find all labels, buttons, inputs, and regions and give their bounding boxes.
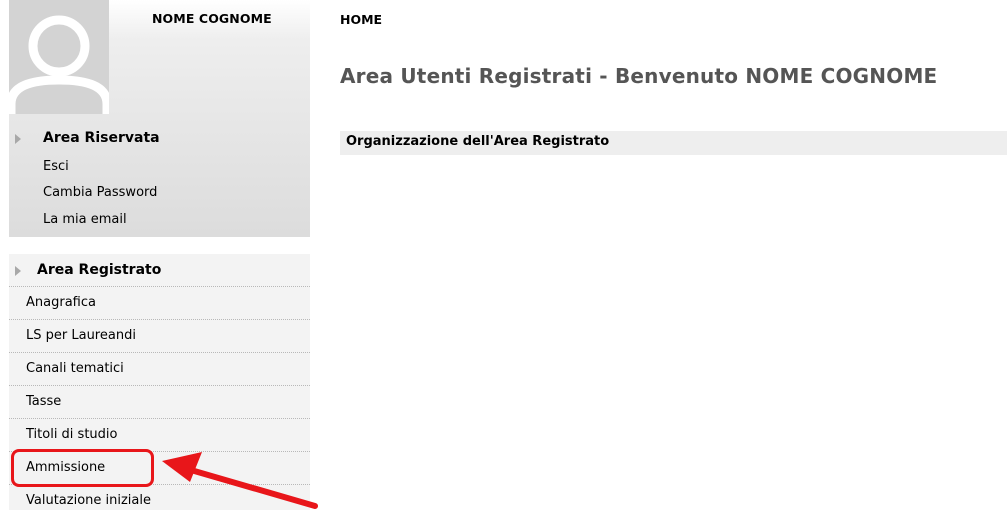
menu-item-label: Anagrafica <box>26 295 96 310</box>
user-name: NOME COGNOME <box>152 11 272 26</box>
menu-item-anagrafica[interactable]: Anagrafica <box>9 287 310 320</box>
user-box: NOME COGNOME Area Riservata Esci Cambia … <box>9 0 310 237</box>
reserved-area-title: Area Riservata <box>43 130 160 146</box>
ammissione-highlight-box <box>11 449 154 487</box>
page-title: Area Utenti Registrati - Benvenuto NOME … <box>340 64 938 88</box>
registered-area-header[interactable]: Area Registrato <box>9 254 310 287</box>
menu-item-ls-laureandi[interactable]: LS per Laureandi <box>9 320 310 353</box>
section-title: Organizzazione dell'Area Registrato <box>346 134 610 149</box>
breadcrumb[interactable]: HOME <box>340 12 382 27</box>
menu-item-label: Tasse <box>26 394 62 409</box>
menu-item-label: Valutazione iniziale <box>26 493 151 508</box>
section-header: Organizzazione dell'Area Registrato <box>340 131 1007 155</box>
my-email-link[interactable]: La mia email <box>43 212 127 227</box>
triangle-right-icon <box>15 134 21 144</box>
logout-link[interactable]: Esci <box>43 159 69 174</box>
change-password-link[interactable]: Cambia Password <box>43 185 157 200</box>
avatar <box>9 0 109 114</box>
menu-item-tasse[interactable]: Tasse <box>9 386 310 419</box>
registered-area-title: Area Registrato <box>37 262 162 278</box>
sidebar: NOME COGNOME Area Riservata Esci Cambia … <box>9 0 310 510</box>
menu-item-canali-tematici[interactable]: Canali tematici <box>9 353 310 386</box>
reserved-area-header[interactable]: Area Riservata <box>9 130 299 150</box>
menu-item-label: Canali tematici <box>26 361 124 376</box>
menu-item-label: Titoli di studio <box>26 427 118 442</box>
red-arrow-icon <box>162 452 318 509</box>
triangle-right-icon <box>15 266 21 276</box>
menu-item-label: LS per Laureandi <box>26 328 136 343</box>
user-placeholder-icon <box>9 15 109 114</box>
